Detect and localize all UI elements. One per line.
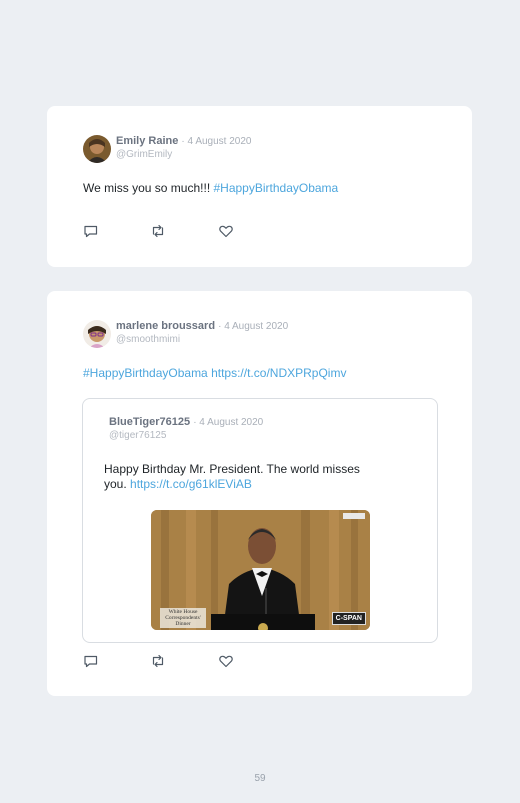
quoted-tweet[interactable]: BlueTiger76125 · 4 August 2020 @tiger761… — [82, 398, 438, 643]
tweet-actions — [83, 223, 243, 239]
author-name[interactable]: Emily Raine — [116, 135, 178, 147]
tweet-text-content: We miss you so much!!! — [83, 181, 214, 195]
media-caption-line3: Dinner — [175, 621, 191, 627]
quoted-author-handle[interactable]: @tiger76125 — [109, 430, 166, 441]
hashtag-link[interactable]: #HappyBirthdayObama — [213, 181, 338, 195]
tweet-card: Emily Raine · 4 August 2020 @GrimEmily W… — [47, 106, 472, 267]
tweet-card: marlene broussard · 4 August 2020 @smoot… — [47, 291, 472, 696]
like-icon[interactable] — [218, 653, 234, 669]
quoted-media-gif[interactable]: White House Correspondents' Dinner C-SPA… — [151, 510, 370, 630]
author-handle[interactable]: @smoothmimi — [116, 334, 180, 345]
like-icon[interactable] — [218, 223, 234, 239]
avatar[interactable] — [83, 320, 111, 348]
hashtag-link[interactable]: #HappyBirthdayObama — [83, 366, 208, 380]
tweet-date: · 4 August 2020 — [181, 136, 252, 147]
network-logo: C-SPAN — [331, 612, 366, 625]
page: { "tweets": [ { "author": "Emily Raine",… — [0, 0, 520, 803]
tweet-actions — [83, 653, 243, 669]
tweet-text: #HappyBirthdayObama https://t.co/NDXPRpQ… — [83, 366, 346, 380]
quoted-tweet-link[interactable]: https://t.co/g61klEViAB — [130, 477, 252, 491]
page-number: 59 — [254, 773, 266, 784]
reply-icon[interactable] — [83, 223, 99, 239]
avatar[interactable] — [83, 135, 111, 163]
author-handle[interactable]: @GrimEmily — [116, 149, 172, 160]
reply-icon[interactable] — [83, 653, 99, 669]
quoted-tweet-text-line2: you. https://t.co/g61klEViAB — [104, 477, 252, 491]
tweet-url-link[interactable]: https://t.co/NDXPRpQimv — [211, 366, 346, 380]
retweet-icon[interactable] — [150, 653, 166, 669]
tweet-date: · 4 August 2020 — [218, 321, 289, 332]
author-name[interactable]: marlene broussard — [116, 320, 215, 332]
quoted-author-name[interactable]: BlueTiger76125 — [109, 416, 190, 428]
retweet-icon[interactable] — [150, 223, 166, 239]
media-caption: White House Correspondents' Dinner — [160, 608, 206, 628]
tweet-text: We miss you so much!!! #HappyBirthdayOba… — [83, 181, 338, 195]
quoted-text-content: you. — [104, 477, 131, 491]
media-top-right-badge — [343, 513, 365, 519]
quoted-tweet-text: Happy Birthday Mr. President. The world … — [104, 462, 360, 476]
quoted-tweet-date: · 4 August 2020 — [193, 417, 264, 428]
